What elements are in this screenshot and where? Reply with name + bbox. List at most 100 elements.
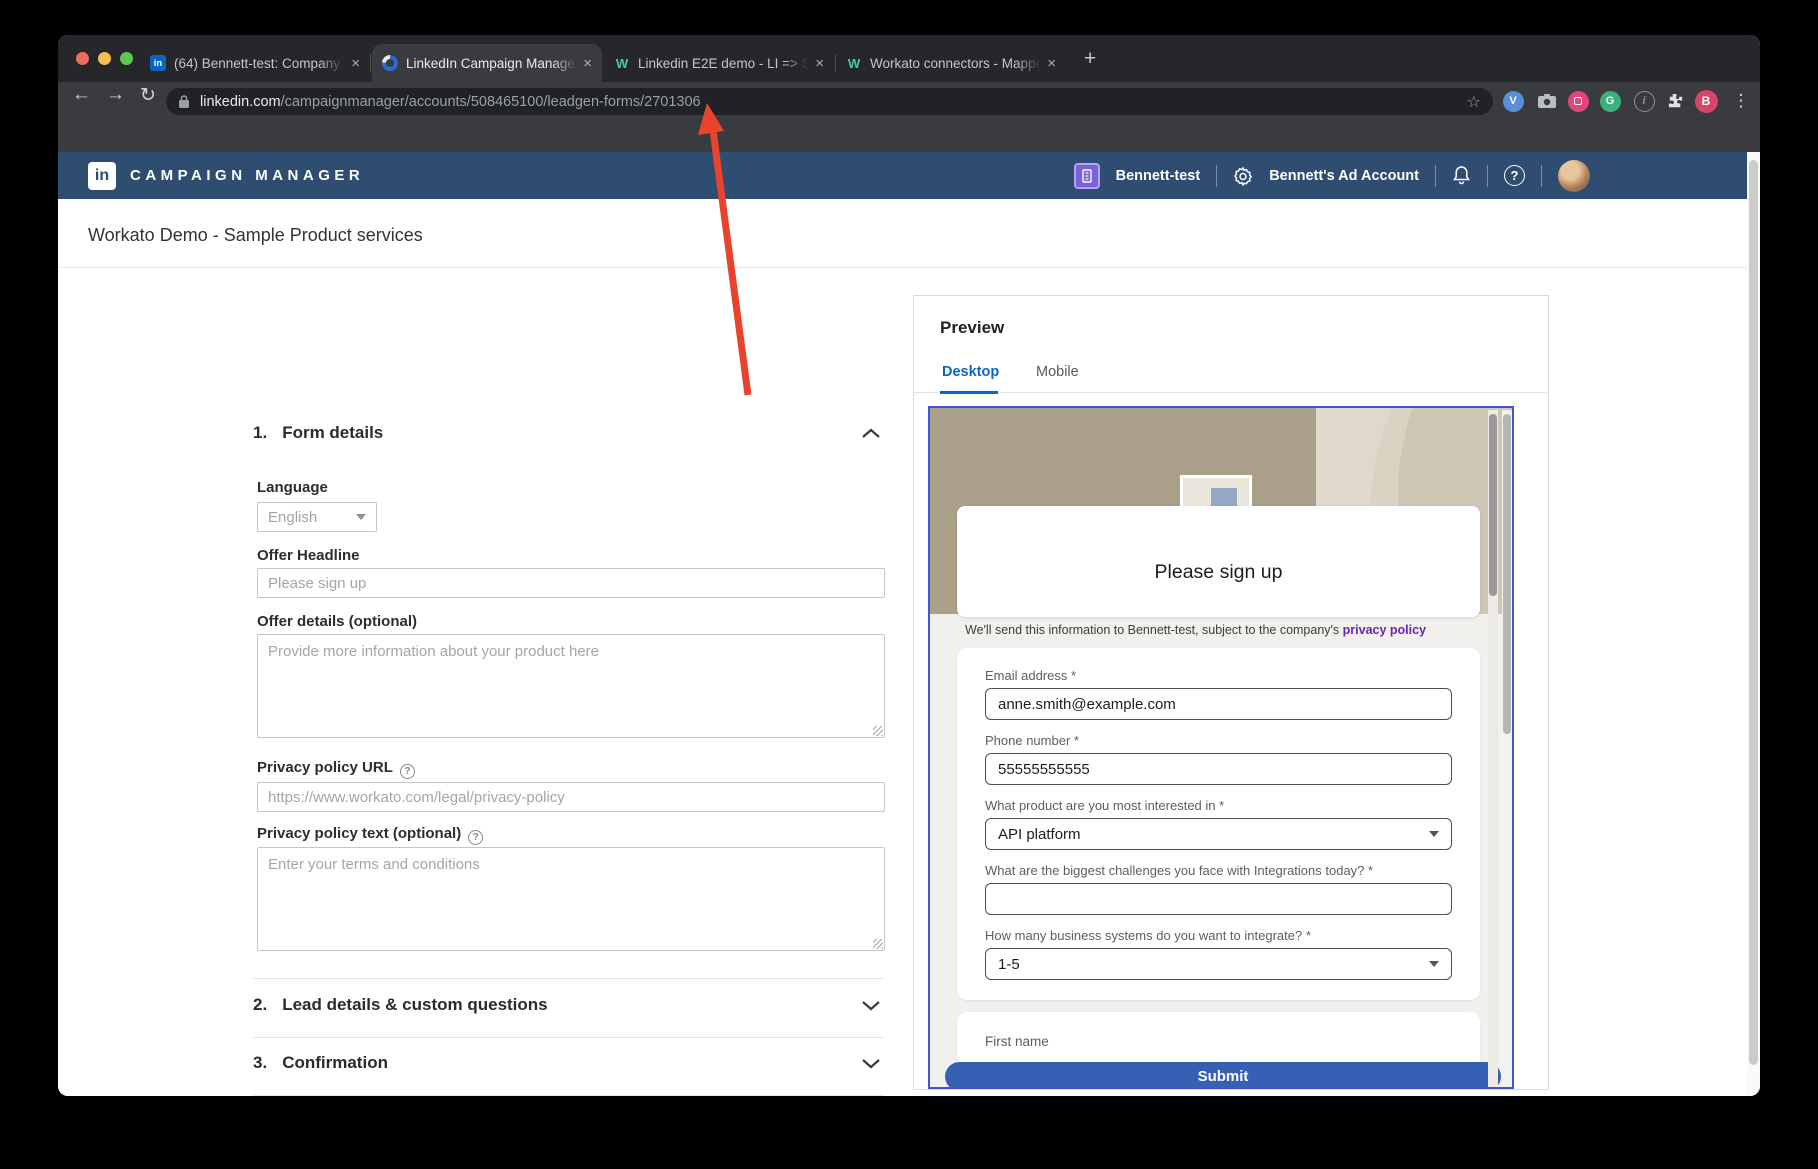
browser-menu-icon[interactable]: ⋮ — [1729, 89, 1753, 113]
section-form-details[interactable]: 1. Form details — [253, 423, 885, 443]
back-icon[interactable]: ← — [72, 84, 91, 106]
resize-handle[interactable] — [873, 939, 883, 949]
account-badge-icon[interactable] — [1074, 163, 1100, 189]
offer-details-textarea[interactable] — [257, 634, 885, 738]
new-tab-button[interactable]: + — [1084, 49, 1096, 69]
tab-separator — [835, 54, 836, 72]
help-icon[interactable]: ? — [1504, 165, 1525, 186]
bookmark-star-icon[interactable]: ☆ — [1467, 92, 1481, 112]
email-input[interactable] — [985, 688, 1452, 720]
form-headline: Please sign up — [957, 561, 1480, 584]
forward-icon[interactable]: → — [106, 84, 125, 106]
lock-icon — [178, 94, 190, 109]
account-name[interactable]: Bennett-test — [1116, 168, 1201, 184]
chevron-down-icon — [356, 514, 366, 520]
language-select[interactable]: English — [257, 502, 377, 532]
preview-fields-card: Email address * Phone number * What prod… — [957, 648, 1480, 1000]
extension-loom-icon[interactable] — [1566, 89, 1590, 113]
language-value: English — [268, 509, 317, 526]
section-title: Lead details & custom questions — [282, 995, 547, 1015]
screenshot-root: in (64) Bennett-test: Company Pa × Linke… — [0, 0, 1818, 1169]
tab-workato-connectors[interactable]: W Workato connectors - Mapper × — [836, 44, 1066, 82]
address-bar[interactable]: linkedin.com/campaignmanager/accounts/50… — [166, 88, 1493, 115]
select-value: 1-5 — [998, 956, 1020, 973]
campaign-manager-favicon-icon — [382, 55, 398, 71]
help-tooltip-icon[interactable]: ? — [400, 764, 415, 779]
help-tooltip-icon[interactable]: ? — [468, 830, 483, 845]
extension-grammarly-icon[interactable]: G — [1598, 89, 1622, 113]
page-scrollbar[interactable] — [1747, 152, 1760, 1096]
traffic-light-zoom[interactable] — [120, 52, 133, 65]
extension-camera-icon[interactable] — [1535, 89, 1559, 113]
active-tab-underline — [940, 391, 998, 394]
field-label: How many business systems do you want to… — [985, 928, 1452, 943]
select-value: API platform — [998, 826, 1081, 843]
tab-title: Workato connectors - Mapper — [870, 56, 1041, 71]
tab-close-icon[interactable]: × — [351, 55, 360, 72]
page-title: Workato Demo - Sample Product services — [88, 225, 423, 246]
extension-v-icon[interactable]: V — [1501, 89, 1525, 113]
chevron-up-icon[interactable] — [861, 428, 881, 439]
browser-profile-avatar[interactable]: B — [1694, 89, 1718, 113]
header-divider — [1216, 165, 1217, 187]
section-confirmation[interactable]: 3. Confirmation — [253, 1053, 885, 1073]
section-lead-details[interactable]: 2. Lead details & custom questions — [253, 995, 885, 1015]
field-email: Email address * — [985, 668, 1452, 720]
preview-title: Preview — [940, 318, 1004, 338]
header-divider — [1487, 165, 1488, 187]
extension-info-icon[interactable]: i — [1632, 89, 1656, 113]
section-divider — [253, 978, 885, 979]
tab-linkedin-e2e-demo[interactable]: W Linkedin E2E demo - LI => SF L × — [604, 44, 834, 82]
preview-outer-scrollbar[interactable] — [1502, 410, 1512, 1087]
header-divider — [1435, 165, 1436, 187]
challenges-input[interactable] — [985, 883, 1452, 915]
chevron-down-icon[interactable] — [861, 1000, 881, 1011]
tab-close-icon[interactable]: × — [815, 55, 824, 72]
linkedin-app-header: in CAMPAIGN MANAGER Bennett-test Bennett… — [58, 152, 1760, 199]
preview-tabs: Desktop Mobile — [914, 358, 1548, 393]
product-select[interactable]: API platform — [985, 818, 1452, 850]
gear-icon[interactable] — [1233, 166, 1253, 186]
tab-close-icon[interactable]: × — [583, 55, 592, 72]
user-avatar[interactable] — [1558, 160, 1590, 192]
field-label: Phone number * — [985, 733, 1452, 748]
linkedin-logo[interactable]: in — [88, 162, 116, 190]
offer-headline-input[interactable] — [257, 568, 885, 598]
traffic-light-minimize[interactable] — [98, 52, 111, 65]
offer-details-label: Offer details (optional) — [257, 613, 417, 630]
submit-button[interactable]: Submit — [945, 1062, 1501, 1089]
tab-bennett-test-company[interactable]: in (64) Bennett-test: Company Pa × — [140, 44, 370, 82]
chevron-down-icon — [1429, 831, 1439, 837]
bell-icon[interactable] — [1452, 165, 1471, 186]
tab-close-icon[interactable]: × — [1047, 55, 1056, 72]
first-name-label: First name — [985, 1034, 1452, 1049]
chevron-down-icon — [1429, 961, 1439, 967]
chevron-down-icon[interactable] — [861, 1058, 881, 1069]
resize-handle[interactable] — [873, 726, 883, 736]
offer-headline-label: Offer Headline — [257, 547, 360, 564]
section-number: 2. — [253, 995, 267, 1015]
traffic-light-close[interactable] — [76, 52, 89, 65]
tab-strip: in (64) Bennett-test: Company Pa × Linke… — [58, 35, 1760, 82]
privacy-policy-url-input[interactable] — [257, 782, 885, 812]
privacy-policy-link[interactable]: privacy policy — [1343, 623, 1426, 637]
section-title: Confirmation — [282, 1053, 388, 1073]
field-label: What product are you most interested in … — [985, 798, 1452, 813]
phone-input[interactable] — [985, 753, 1452, 785]
page-title-bar: Workato Demo - Sample Product services — [58, 199, 1760, 268]
field-product-interest: What product are you most interested in … — [985, 798, 1452, 850]
section-divider — [253, 1095, 885, 1096]
extensions-puzzle-icon[interactable] — [1663, 89, 1687, 113]
systems-select[interactable]: 1-5 — [985, 948, 1452, 980]
reload-icon[interactable]: ↻ — [140, 84, 156, 107]
preview-inner-scrollbar[interactable] — [1488, 410, 1498, 1087]
privacy-policy-textarea[interactable] — [257, 847, 885, 951]
section-number: 3. — [253, 1053, 267, 1073]
tab-campaign-manager[interactable]: LinkedIn Campaign Manager × — [372, 44, 602, 82]
field-label: Email address * — [985, 668, 1452, 683]
form-headline-card: Please sign up — [957, 506, 1480, 617]
language-label: Language — [257, 479, 328, 496]
tab-desktop[interactable]: Desktop — [942, 364, 999, 380]
tab-mobile[interactable]: Mobile — [1036, 364, 1079, 380]
ad-account-name[interactable]: Bennett's Ad Account — [1269, 168, 1419, 184]
